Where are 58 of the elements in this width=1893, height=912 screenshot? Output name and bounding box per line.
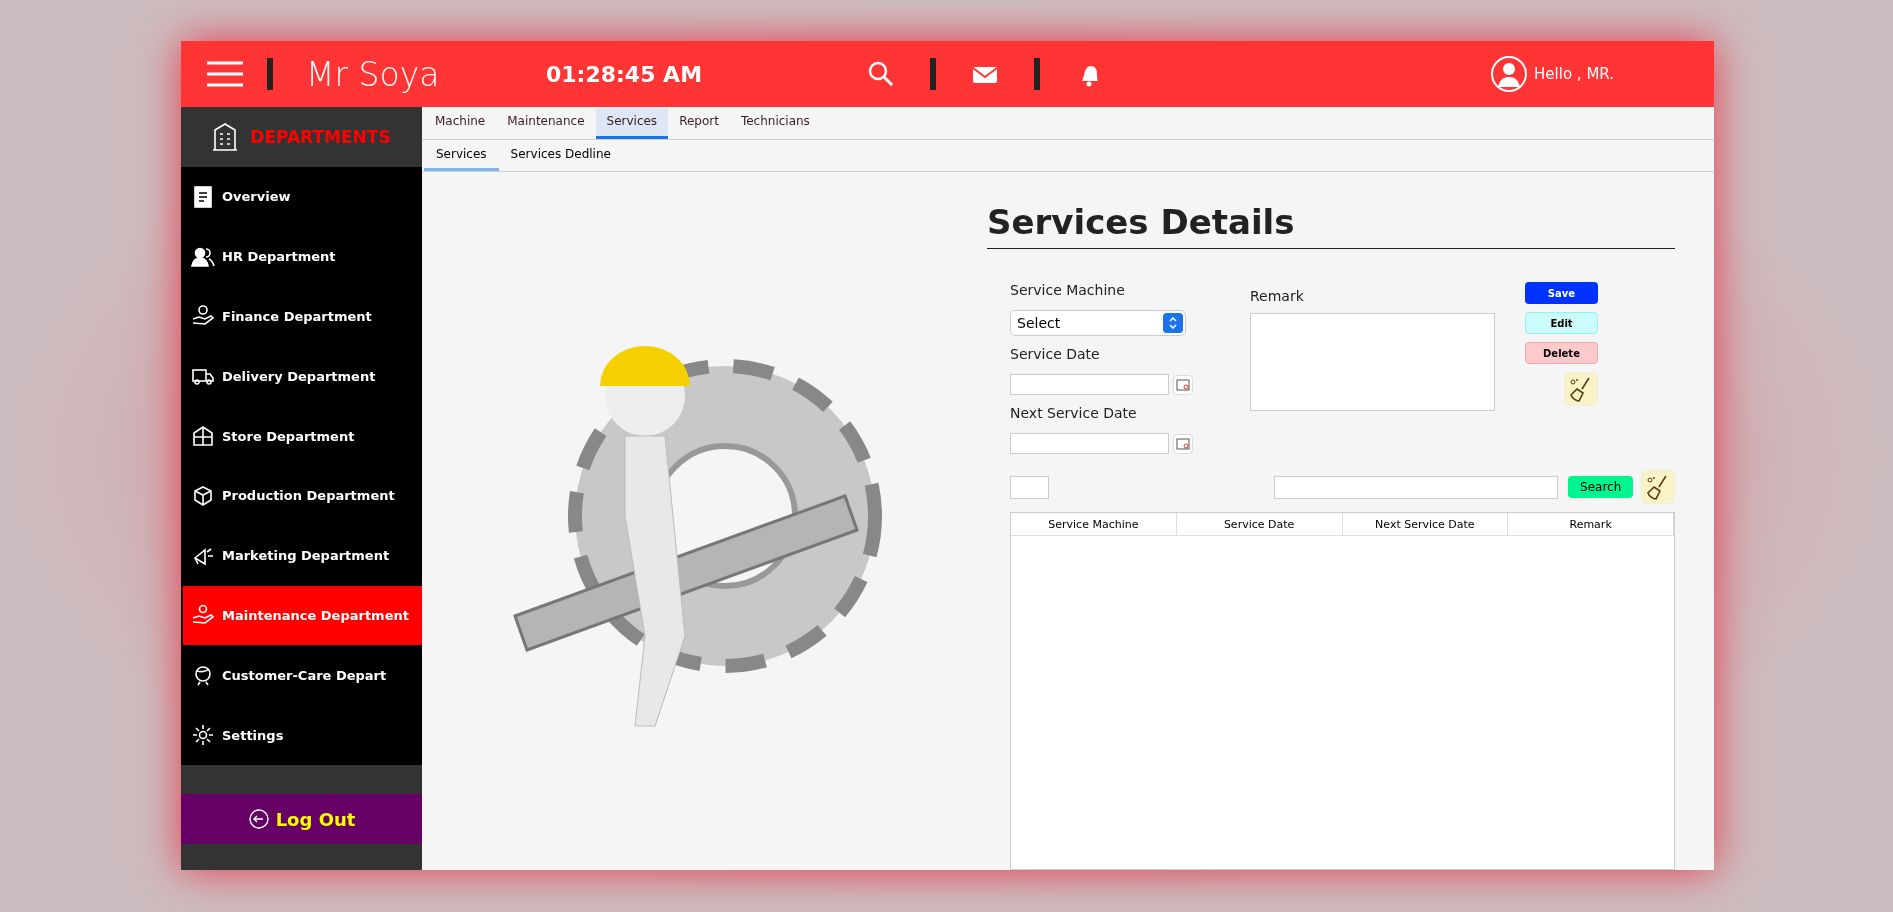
sidebar-title: DEPARTMENTS bbox=[250, 127, 391, 147]
column-header[interactable]: Remark bbox=[1508, 513, 1674, 535]
search-button[interactable]: Search bbox=[1568, 476, 1634, 498]
building-icon bbox=[212, 122, 239, 152]
sidebar-item[interactable]: Customer-Care Depart bbox=[183, 645, 422, 706]
search-icon[interactable] bbox=[866, 59, 896, 89]
cube-icon bbox=[191, 483, 215, 508]
subtab[interactable]: Services Dedline bbox=[498, 140, 623, 171]
input-field[interactable] bbox=[1010, 475, 1049, 499]
logout-button[interactable]: Log Out bbox=[181, 794, 422, 844]
divider-bar bbox=[930, 58, 936, 90]
sidebar-item[interactable]: Store Department bbox=[183, 406, 422, 466]
greeting: Hello , MR. bbox=[1534, 65, 1614, 83]
delete-button[interactable]: Delete bbox=[1525, 342, 1598, 364]
sidebar-item[interactable]: Marketing Department bbox=[183, 525, 422, 586]
calendar-icon[interactable] bbox=[1173, 374, 1193, 395]
spinner-icon bbox=[1163, 313, 1183, 333]
clock-time: 01:28:45 AM bbox=[546, 61, 704, 87]
avatar-icon[interactable] bbox=[1490, 55, 1529, 93]
page-title: Services Details bbox=[987, 202, 1675, 249]
settings-icon bbox=[191, 723, 215, 748]
tab[interactable]: Report bbox=[668, 107, 730, 139]
broom-icon[interactable] bbox=[1564, 372, 1598, 406]
column-header[interactable]: Next Service Date bbox=[1342, 513, 1509, 535]
logout-icon bbox=[247, 808, 270, 830]
sidebar-item[interactable]: Finance Department bbox=[183, 286, 422, 347]
subtab[interactable]: Services bbox=[424, 140, 499, 171]
tab[interactable]: Machine bbox=[424, 107, 497, 139]
sidebar-item[interactable]: Delivery Department bbox=[183, 346, 422, 407]
tab[interactable]: Technicians bbox=[729, 107, 821, 139]
date-field[interactable] bbox=[1010, 374, 1169, 395]
select-field[interactable]: Select bbox=[1010, 310, 1186, 336]
document-icon bbox=[191, 184, 215, 209]
field-label: Next Service Date bbox=[1010, 405, 1138, 421]
sidebar-item[interactable]: Settings bbox=[183, 705, 422, 765]
broom-icon[interactable] bbox=[1641, 470, 1675, 504]
field-label: Remark bbox=[1250, 288, 1304, 304]
remark-field[interactable] bbox=[1250, 313, 1495, 411]
save-button[interactable]: Save bbox=[1525, 282, 1598, 304]
sidebar-item[interactable]: Production Department bbox=[183, 466, 422, 526]
tab[interactable]: Maintenance bbox=[496, 107, 596, 139]
brand-name: Mr Soya bbox=[306, 54, 441, 94]
field-label: Service Date bbox=[1010, 346, 1101, 362]
field-label: Service Machine bbox=[1010, 282, 1126, 298]
tab[interactable]: Services bbox=[595, 107, 669, 139]
divider-bar bbox=[1034, 58, 1040, 90]
calendar-icon[interactable] bbox=[1173, 433, 1193, 454]
column-header[interactable]: Service Date bbox=[1176, 513, 1343, 535]
divider-bar bbox=[267, 58, 273, 90]
sidebar-item[interactable]: HR Department bbox=[183, 226, 422, 287]
edit-button[interactable]: Edit bbox=[1525, 312, 1598, 334]
sidebar-item[interactable]: Overview bbox=[183, 167, 422, 227]
menu-icon[interactable] bbox=[207, 61, 243, 87]
search-field[interactable] bbox=[1273, 475, 1559, 499]
column-header[interactable]: Service Machine bbox=[1011, 513, 1177, 535]
sidebar-item[interactable]: Maintenance Department bbox=[183, 585, 422, 646]
date-field[interactable] bbox=[1010, 433, 1169, 454]
house-icon bbox=[191, 424, 215, 449]
